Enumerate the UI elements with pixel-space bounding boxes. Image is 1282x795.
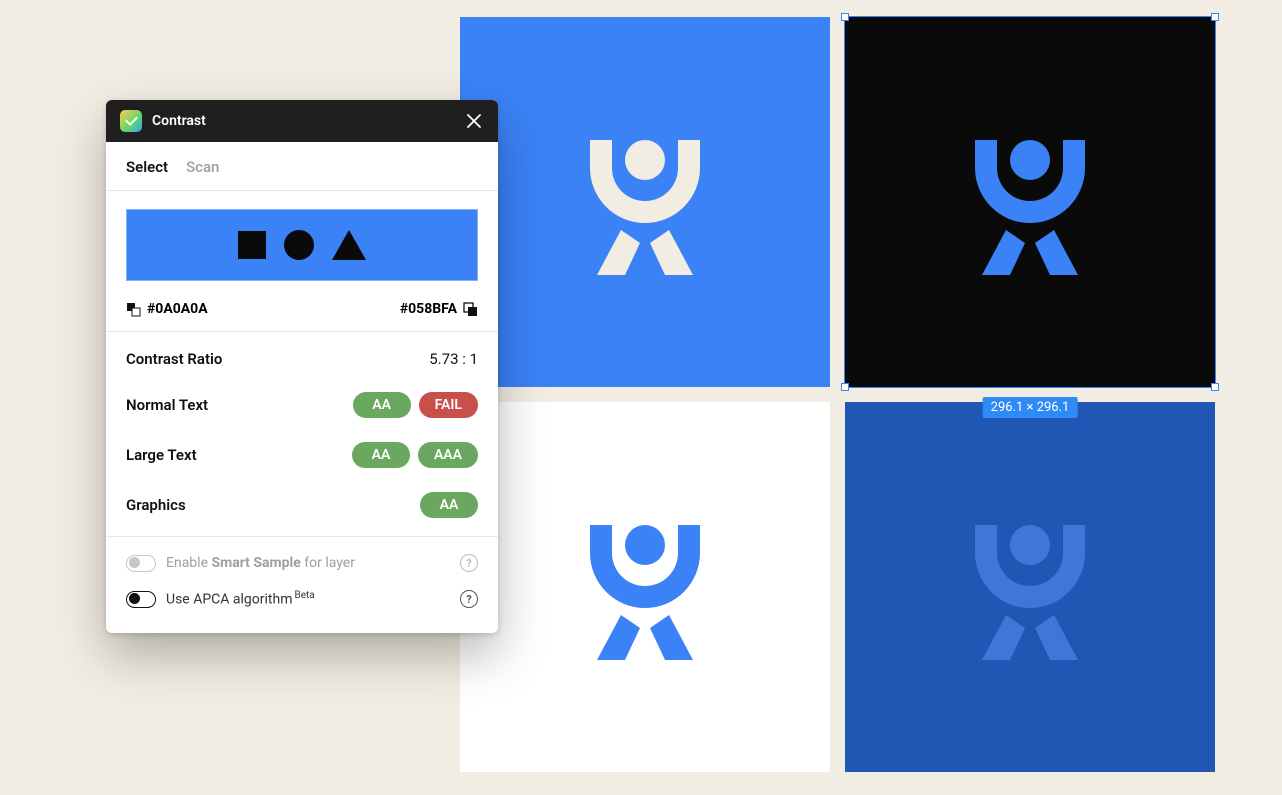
smart-sample-help-icon[interactable]: ? <box>460 554 478 572</box>
graphics-aa-badge: AA <box>420 492 478 518</box>
artboard-2[interactable] <box>845 17 1215 387</box>
apca-toggle[interactable] <box>126 591 156 608</box>
apca-row: Use APCA algorithmBeta ? <box>126 581 478 617</box>
artboard-1[interactable] <box>460 17 830 387</box>
layers-icon[interactable] <box>463 302 478 317</box>
panel-title: Contrast <box>152 113 464 129</box>
smart-sample-label: Enable Smart Sample for layer <box>166 555 450 571</box>
apca-help-icon[interactable]: ? <box>460 590 478 608</box>
normal-text-aa-badge: AA <box>353 392 411 418</box>
graphics-label: Graphics <box>126 496 186 514</box>
tab-bar: Select Scan <box>106 142 498 190</box>
logo-glyph <box>575 515 715 660</box>
logo-glyph <box>960 515 1100 660</box>
preview-triangle-icon <box>332 230 366 260</box>
foreground-color-value[interactable]: #0A0A0A <box>147 301 208 317</box>
logo-glyph <box>575 130 715 275</box>
swap-colors-icon[interactable] <box>126 302 141 317</box>
close-button[interactable] <box>464 111 484 131</box>
plugin-app-icon <box>120 110 142 132</box>
large-text-aaa-badge: AAA <box>418 442 478 468</box>
background-color-value[interactable]: #058BFA <box>400 301 457 317</box>
contrast-preview <box>126 209 478 281</box>
tab-select[interactable]: Select <box>126 158 168 176</box>
contrast-plugin-panel: Contrast Select Scan #0A0A0A #058BFA <box>106 100 498 633</box>
tab-scan[interactable]: Scan <box>186 158 219 176</box>
large-text-aa-badge: AA <box>352 442 410 468</box>
apca-label: Use APCA algorithmBeta <box>166 590 450 608</box>
contrast-ratio-label: Contrast Ratio <box>126 350 222 368</box>
large-text-label: Large Text <box>126 446 197 464</box>
smart-sample-toggle <box>126 555 156 572</box>
normal-text-aaa-badge: FAIL <box>419 392 478 418</box>
contrast-ratio-value: 5.73 : 1 <box>429 350 478 368</box>
panel-header[interactable]: Contrast <box>106 100 498 142</box>
logo-glyph <box>960 130 1100 275</box>
artboard-4[interactable] <box>845 402 1215 772</box>
artboard-3[interactable] <box>460 402 830 772</box>
preview-square-icon <box>238 231 266 259</box>
normal-text-label: Normal Text <box>126 396 208 414</box>
preview-circle-icon <box>284 230 314 260</box>
smart-sample-row: Enable Smart Sample for layer ? <box>126 545 478 581</box>
close-icon <box>467 114 481 128</box>
